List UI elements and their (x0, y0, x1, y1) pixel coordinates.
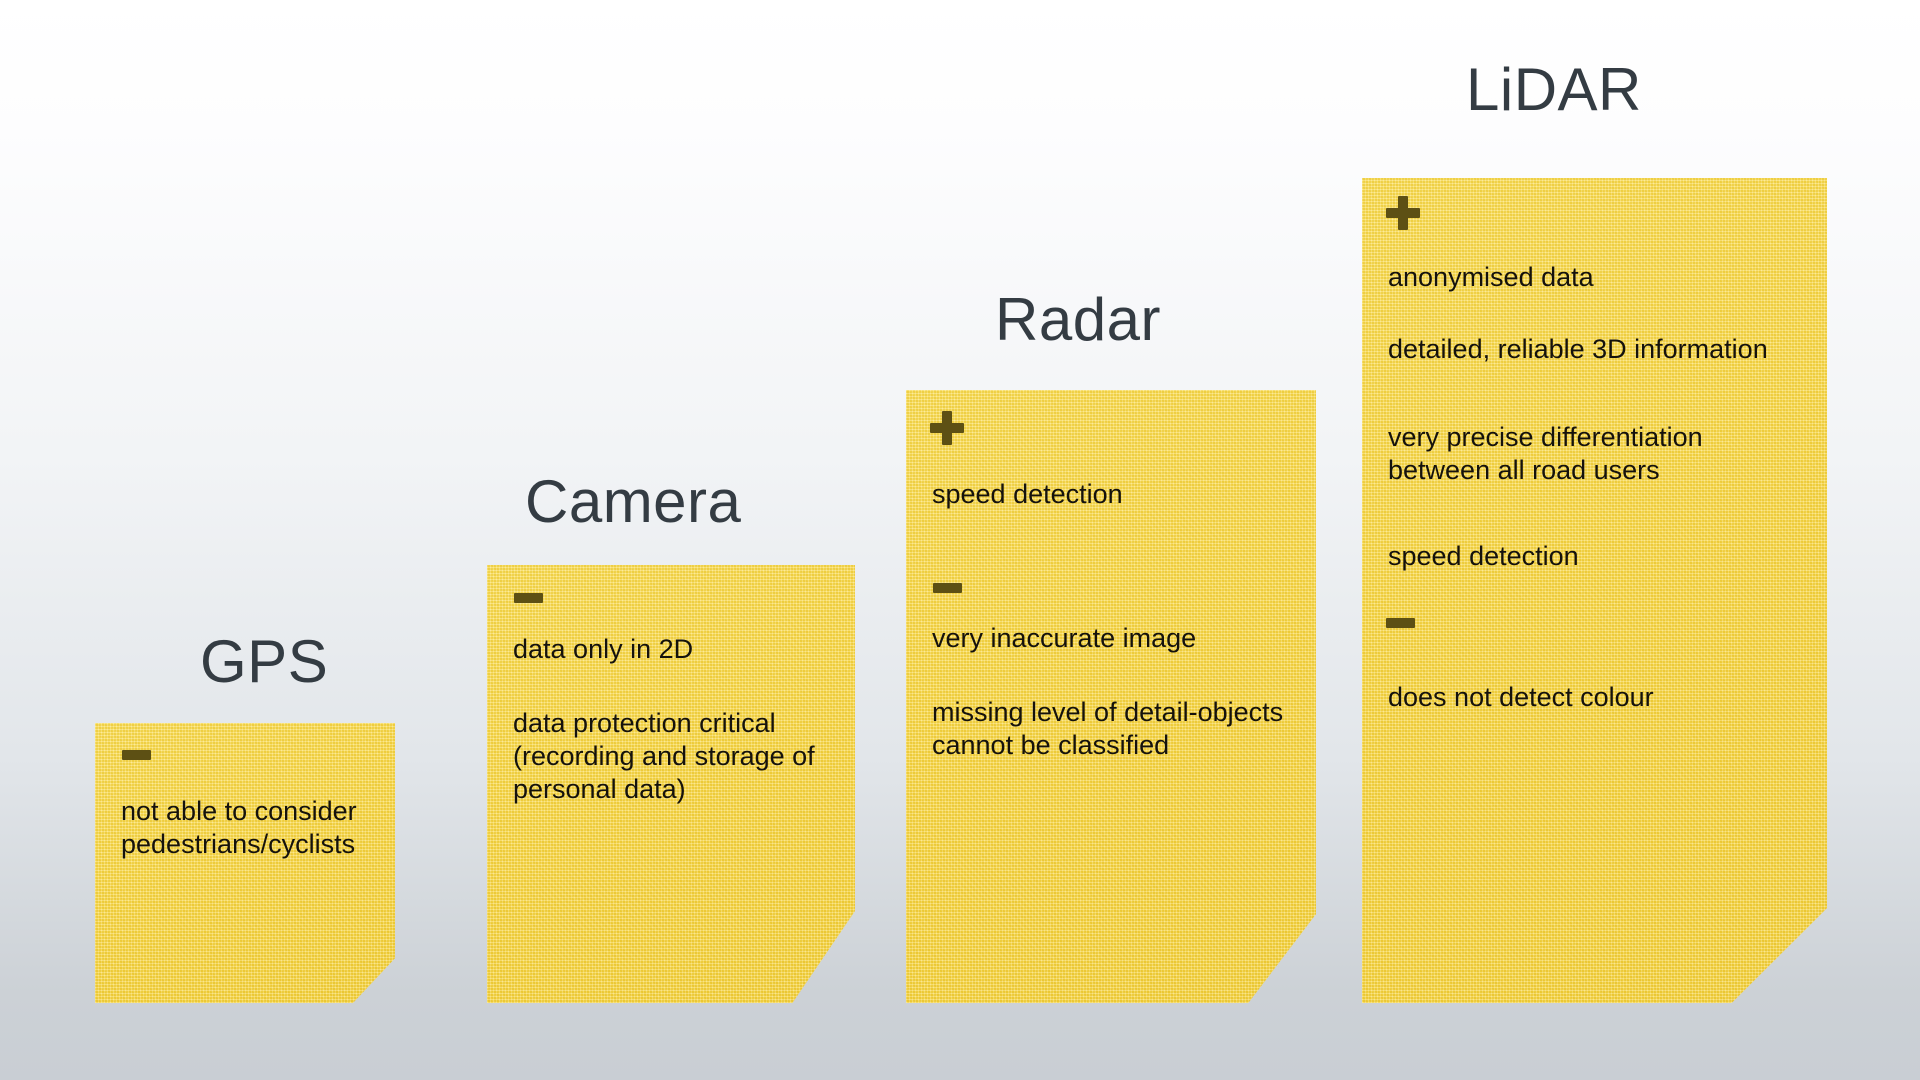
card-radar-item-minus-1: missing level of detail-objects cannot b… (932, 697, 1284, 761)
card-lidar: anonymised data detailed, reliable 3D in… (1362, 178, 1827, 1003)
card-lidar-section-plus (1386, 196, 1420, 230)
card-lidar-item-plus-1: detailed, reliable 3D information (1388, 334, 1768, 364)
card-radar-item-plus-0: speed detection (932, 479, 1123, 509)
card-title-lidar: LiDAR (1466, 56, 1642, 123)
minus-icon (514, 593, 543, 603)
card-gps-item-0: not able to consider pedestrians/cyclist… (121, 796, 357, 860)
card-lidar-item-plus-0: anonymised data (1388, 262, 1594, 292)
card-title-gps: GPS (200, 628, 329, 695)
card-lidar-section-minus (1386, 618, 1415, 628)
card-gps-section-minus (122, 750, 151, 760)
minus-icon (933, 583, 962, 593)
card-camera: data only in 2D data protection critical… (487, 565, 855, 1003)
minus-icon (122, 750, 151, 760)
card-lidar-item-plus-3: speed detection (1388, 541, 1579, 571)
minus-icon (1386, 618, 1415, 628)
card-radar-section-plus (930, 411, 964, 445)
card-lidar-item-minus-0: does not detect colour (1388, 682, 1654, 712)
card-gps: not able to consider pedestrians/cyclist… (95, 723, 395, 1003)
card-radar-item-minus-0: very inaccurate image (932, 623, 1197, 653)
card-camera-item-1: data protection critical (recording and … (513, 708, 815, 805)
plus-icon (930, 411, 964, 445)
card-title-camera: Camera (525, 468, 742, 535)
card-radar-section-minus (933, 583, 962, 593)
card-camera-item-0: data only in 2D (513, 634, 694, 664)
card-radar: speed detection very inaccurate image mi… (906, 390, 1316, 1003)
card-camera-section-minus (514, 593, 543, 603)
card-lidar-item-plus-2: very precise differentiation between all… (1388, 422, 1703, 486)
plus-icon (1386, 196, 1420, 230)
infographic-stage: GPS not able to consider pedestrians/cyc… (0, 0, 1920, 1080)
card-title-radar: Radar (995, 286, 1161, 353)
